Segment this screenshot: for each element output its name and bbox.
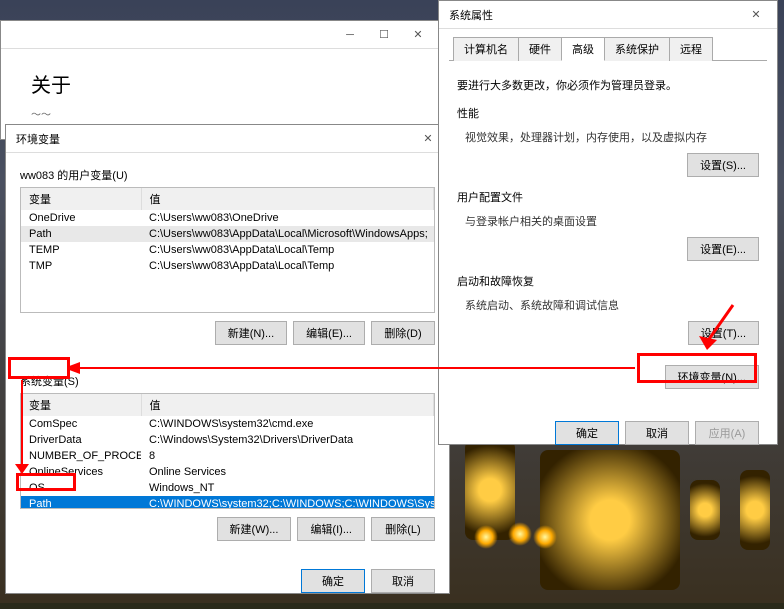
delete-button[interactable]: 删除(D) [371,321,435,345]
perf-title: 性能 [457,105,759,121]
tab-hardware[interactable]: 硬件 [518,37,562,61]
new-button[interactable]: 新建(N)... [215,321,287,345]
env-title: 环境变量 [16,131,60,147]
ok-button[interactable]: 确定 [555,421,619,445]
table-row: OnlineServicesOnline Services [21,464,434,480]
tab-advanced[interactable]: 高级 [561,37,605,61]
annotation-box [16,473,76,491]
env-titlebar: 环境变量 ✕ [6,125,449,153]
table-row: TMPC:\Users\ww083\AppData\Local\Temp [21,258,434,274]
close-icon[interactable]: ✕ [401,23,435,47]
apply-button[interactable]: 应用(A) [695,421,759,445]
table-row: TEMPC:\Users\ww083\AppData\Local\Temp [21,242,434,258]
about-window: ─ ☐ ✕ 关于 ～～ 制造商 HP [0,20,440,140]
col-var[interactable]: 变量 [21,394,141,416]
table-row: PathC:\WINDOWS\system32;C:\WINDOWS;C:\WI… [21,496,434,509]
ok-button[interactable]: 确定 [301,569,365,593]
maximize-icon[interactable]: ☐ [367,23,401,47]
env-dialog: 环境变量 ✕ ww083 的用户变量(U) 变量值 OneDriveC:\Use… [5,124,450,594]
tab-computername[interactable]: 计算机名 [453,37,519,61]
about-subtitle: ～～ [31,106,409,121]
profile-settings-button[interactable]: 设置(E)... [687,237,759,261]
table-row: OneDriveC:\Users\ww083\OneDrive [21,210,434,226]
perf-settings-button[interactable]: 设置(S)... [687,153,759,177]
profile-title: 用户配置文件 [457,189,759,205]
close-icon[interactable]: ✕ [739,3,773,27]
profile-desc: 与登录帐户相关的桌面设置 [457,209,759,235]
delete-button[interactable]: 删除(L) [371,517,435,541]
tab-bar: 计算机名 硬件 高级 系统保护 远程 [449,37,767,61]
edit-button[interactable]: 编辑(E)... [293,321,365,345]
col-val[interactable]: 值 [141,188,434,210]
about-title: 关于 [31,69,409,98]
table-row: ComSpecC:\WINDOWS\system32\cmd.exe [21,416,434,432]
tab-remote[interactable]: 远程 [669,37,713,61]
cancel-button[interactable]: 取消 [625,421,689,445]
perf-group: 性能 视觉效果，处理器计划，内存使用，以及虚拟内存 设置(S)... [457,105,759,179]
table-row: NUMBER_OF_PROCESSORS8 [21,448,434,464]
col-val[interactable]: 值 [141,394,434,416]
user-vars-label: ww083 的用户变量(U) [20,167,435,183]
about-titlebar: ─ ☐ ✕ [1,21,439,49]
admin-hint: 要进行大多数更改，你必须作为管理员登录。 [457,77,759,93]
annotation-box [8,357,70,379]
startup-desc: 系统启动、系统故障和调试信息 [457,293,759,319]
tab-sysprotect[interactable]: 系统保护 [604,37,670,61]
profile-group: 用户配置文件 与登录帐户相关的桌面设置 设置(E)... [457,189,759,263]
startup-group: 启动和故障恢复 系统启动、系统故障和调试信息 设置(T)... [457,273,759,347]
startup-title: 启动和故障恢复 [457,273,759,289]
annotation-box [637,353,757,383]
sysprops-titlebar: 系统属性 ✕ [439,1,777,29]
sys-vars-table[interactable]: 变量值 ComSpecC:\WINDOWS\system32\cmd.exe D… [20,393,435,509]
table-row: DriverDataC:\Windows\System32\Drivers\Dr… [21,432,434,448]
startup-settings-button[interactable]: 设置(T)... [688,321,759,345]
cancel-button[interactable]: 取消 [371,569,435,593]
perf-desc: 视觉效果，处理器计划，内存使用，以及虚拟内存 [457,125,759,151]
edit-button[interactable]: 编辑(I)... [297,517,365,541]
table-row: PathC:\Users\ww083\AppData\Local\Microso… [21,226,434,242]
sys-vars-label: 系统变量(S) [20,373,435,389]
new-button[interactable]: 新建(W)... [217,517,292,541]
minimize-icon[interactable]: ─ [333,23,367,47]
col-var[interactable]: 变量 [21,188,141,210]
table-row: OSWindows_NT [21,480,434,496]
sysprops-title: 系统属性 [449,7,493,23]
user-vars-table[interactable]: 变量值 OneDriveC:\Users\ww083\OneDrive Path… [20,187,435,313]
